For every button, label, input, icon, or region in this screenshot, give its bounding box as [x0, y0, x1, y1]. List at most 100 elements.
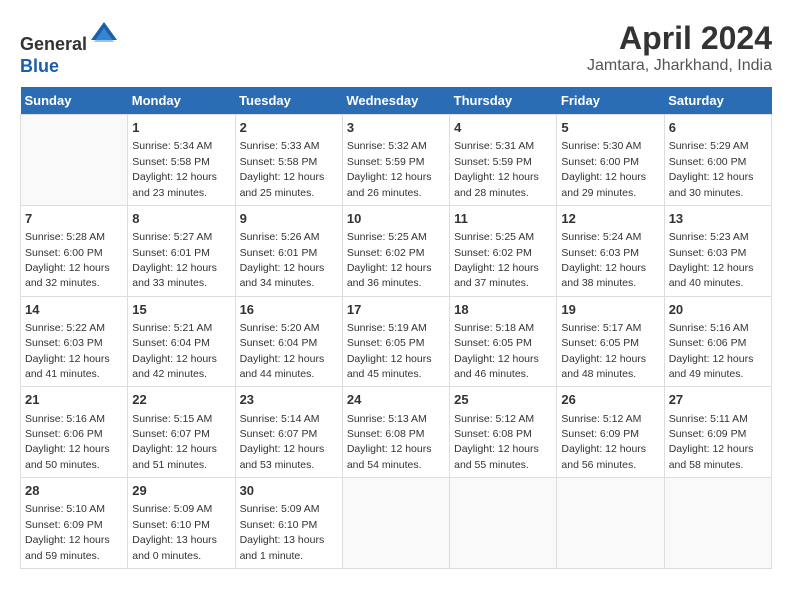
day-info: Sunrise: 5:15 AM Sunset: 6:07 PM Dayligh…	[132, 413, 217, 471]
calendar-cell: 6 Sunrise: 5:29 AM Sunset: 6:00 PM Daylig…	[664, 115, 771, 206]
day-number: 25	[454, 391, 552, 409]
calendar-cell: 29 Sunrise: 5:09 AM Sunset: 6:10 PM Dayli…	[128, 478, 235, 569]
calendar-cell	[450, 478, 557, 569]
title-block: April 2024 Jamtara, Jharkhand, India	[587, 20, 772, 75]
day-number: 9	[240, 210, 338, 228]
calendar-cell	[557, 478, 664, 569]
day-number: 8	[132, 210, 230, 228]
weekday-header-thursday: Thursday	[450, 87, 557, 115]
day-number: 10	[347, 210, 445, 228]
day-number: 24	[347, 391, 445, 409]
calendar-cell: 27 Sunrise: 5:11 AM Sunset: 6:09 PM Dayli…	[664, 387, 771, 478]
day-info: Sunrise: 5:22 AM Sunset: 6:03 PM Dayligh…	[25, 322, 110, 380]
day-info: Sunrise: 5:28 AM Sunset: 6:00 PM Dayligh…	[25, 231, 110, 289]
day-info: Sunrise: 5:17 AM Sunset: 6:05 PM Dayligh…	[561, 322, 646, 380]
weekday-header-row: SundayMondayTuesdayWednesdayThursdayFrid…	[21, 87, 772, 115]
day-info: Sunrise: 5:26 AM Sunset: 6:01 PM Dayligh…	[240, 231, 325, 289]
calendar-week-5: 28 Sunrise: 5:10 AM Sunset: 6:09 PM Dayli…	[21, 478, 772, 569]
day-info: Sunrise: 5:24 AM Sunset: 6:03 PM Dayligh…	[561, 231, 646, 289]
day-info: Sunrise: 5:19 AM Sunset: 6:05 PM Dayligh…	[347, 322, 432, 380]
logo: General Blue	[20, 20, 119, 77]
day-number: 12	[561, 210, 659, 228]
calendar-cell	[664, 478, 771, 569]
location: Jamtara, Jharkhand, India	[587, 57, 772, 75]
day-info: Sunrise: 5:29 AM Sunset: 6:00 PM Dayligh…	[669, 140, 754, 198]
calendar-cell: 9 Sunrise: 5:26 AM Sunset: 6:01 PM Daylig…	[235, 205, 342, 296]
day-info: Sunrise: 5:13 AM Sunset: 6:08 PM Dayligh…	[347, 413, 432, 471]
day-info: Sunrise: 5:20 AM Sunset: 6:04 PM Dayligh…	[240, 322, 325, 380]
calendar-cell	[21, 115, 128, 206]
logo-blue: Blue	[20, 56, 59, 76]
calendar-cell: 23Sunrise: 5:14 AM Sunset: 6:07 PM Dayli…	[235, 387, 342, 478]
weekday-header-monday: Monday	[128, 87, 235, 115]
day-number: 21	[25, 391, 123, 409]
day-number: 27	[669, 391, 767, 409]
calendar-cell: 2Sunrise: 5:33 AM Sunset: 5:58 PM Daylig…	[235, 115, 342, 206]
calendar-cell: 8 Sunrise: 5:27 AM Sunset: 6:01 PM Daylig…	[128, 205, 235, 296]
day-number: 19	[561, 301, 659, 319]
day-info: Sunrise: 5:32 AM Sunset: 5:59 PM Dayligh…	[347, 140, 432, 198]
day-info: Sunrise: 5:25 AM Sunset: 6:02 PM Dayligh…	[347, 231, 432, 289]
day-info: Sunrise: 5:31 AM Sunset: 5:59 PM Dayligh…	[454, 140, 539, 198]
calendar-cell: 30Sunrise: 5:09 AM Sunset: 6:10 PM Dayli…	[235, 478, 342, 569]
weekday-header-wednesday: Wednesday	[342, 87, 449, 115]
calendar-cell: 28 Sunrise: 5:10 AM Sunset: 6:09 PM Dayli…	[21, 478, 128, 569]
day-number: 14	[25, 301, 123, 319]
day-info: Sunrise: 5:12 AM Sunset: 6:08 PM Dayligh…	[454, 413, 539, 471]
calendar-cell: 21 Sunrise: 5:16 AM Sunset: 6:06 PM Dayli…	[21, 387, 128, 478]
day-info: Sunrise: 5:09 AM Sunset: 6:10 PM Dayligh…	[132, 503, 217, 561]
day-number: 28	[25, 482, 123, 500]
day-number: 16	[240, 301, 338, 319]
day-number: 26	[561, 391, 659, 409]
calendar-cell: 7Sunrise: 5:28 AM Sunset: 6:00 PM Daylig…	[21, 205, 128, 296]
day-info: Sunrise: 5:27 AM Sunset: 6:01 PM Dayligh…	[132, 231, 217, 289]
day-number: 18	[454, 301, 552, 319]
calendar-cell: 25 Sunrise: 5:12 AM Sunset: 6:08 PM Dayli…	[450, 387, 557, 478]
weekday-header-saturday: Saturday	[664, 87, 771, 115]
calendar-cell: 1 Sunrise: 5:34 AM Sunset: 5:58 PM Daylig…	[128, 115, 235, 206]
day-number: 17	[347, 301, 445, 319]
day-info: Sunrise: 5:10 AM Sunset: 6:09 PM Dayligh…	[25, 503, 110, 561]
calendar-cell: 3 Sunrise: 5:32 AM Sunset: 5:59 PM Daylig…	[342, 115, 449, 206]
day-number: 1	[132, 119, 230, 137]
day-info: Sunrise: 5:09 AM Sunset: 6:10 PM Dayligh…	[240, 503, 325, 561]
day-info: Sunrise: 5:18 AM Sunset: 6:05 PM Dayligh…	[454, 322, 539, 380]
day-info: Sunrise: 5:33 AM Sunset: 5:58 PM Dayligh…	[240, 140, 325, 198]
calendar-cell: 5Sunrise: 5:30 AM Sunset: 6:00 PM Daylig…	[557, 115, 664, 206]
day-number: 29	[132, 482, 230, 500]
page-header: General Blue April 2024 Jamtara, Jharkha…	[20, 20, 772, 77]
calendar-cell: 15 Sunrise: 5:21 AM Sunset: 6:04 PM Dayli…	[128, 296, 235, 387]
calendar-cell: 26 Sunrise: 5:12 AM Sunset: 6:09 PM Dayli…	[557, 387, 664, 478]
day-number: 20	[669, 301, 767, 319]
calendar-cell: 13Sunrise: 5:23 AM Sunset: 6:03 PM Dayli…	[664, 205, 771, 296]
day-number: 22	[132, 391, 230, 409]
day-info: Sunrise: 5:16 AM Sunset: 6:06 PM Dayligh…	[669, 322, 754, 380]
weekday-header-tuesday: Tuesday	[235, 87, 342, 115]
day-info: Sunrise: 5:11 AM Sunset: 6:09 PM Dayligh…	[669, 413, 754, 471]
day-info: Sunrise: 5:12 AM Sunset: 6:09 PM Dayligh…	[561, 413, 646, 471]
logo-general: General	[20, 34, 87, 54]
day-number: 3	[347, 119, 445, 137]
calendar-cell: 4 Sunrise: 5:31 AM Sunset: 5:59 PM Daylig…	[450, 115, 557, 206]
day-number: 6	[669, 119, 767, 137]
day-info: Sunrise: 5:16 AM Sunset: 6:06 PM Dayligh…	[25, 413, 110, 471]
day-info: Sunrise: 5:25 AM Sunset: 6:02 PM Dayligh…	[454, 231, 539, 289]
calendar-cell: 18 Sunrise: 5:18 AM Sunset: 6:05 PM Dayli…	[450, 296, 557, 387]
weekday-header-sunday: Sunday	[21, 87, 128, 115]
day-info: Sunrise: 5:21 AM Sunset: 6:04 PM Dayligh…	[132, 322, 217, 380]
calendar-week-3: 14 Sunrise: 5:22 AM Sunset: 6:03 PM Dayli…	[21, 296, 772, 387]
day-info: Sunrise: 5:30 AM Sunset: 6:00 PM Dayligh…	[561, 140, 646, 198]
calendar-cell: 11 Sunrise: 5:25 AM Sunset: 6:02 PM Dayli…	[450, 205, 557, 296]
calendar-cell: 12 Sunrise: 5:24 AM Sunset: 6:03 PM Dayli…	[557, 205, 664, 296]
calendar-cell: 17 Sunrise: 5:19 AM Sunset: 6:05 PM Dayli…	[342, 296, 449, 387]
calendar-table: SundayMondayTuesdayWednesdayThursdayFrid…	[20, 87, 772, 569]
day-number: 15	[132, 301, 230, 319]
day-number: 13	[669, 210, 767, 228]
day-info: Sunrise: 5:14 AM Sunset: 6:07 PM Dayligh…	[240, 413, 325, 471]
month-title: April 2024	[587, 20, 772, 57]
day-number: 11	[454, 210, 552, 228]
logo-icon	[89, 20, 119, 50]
calendar-week-1: 1 Sunrise: 5:34 AM Sunset: 5:58 PM Daylig…	[21, 115, 772, 206]
day-number: 4	[454, 119, 552, 137]
day-info: Sunrise: 5:34 AM Sunset: 5:58 PM Dayligh…	[132, 140, 217, 198]
